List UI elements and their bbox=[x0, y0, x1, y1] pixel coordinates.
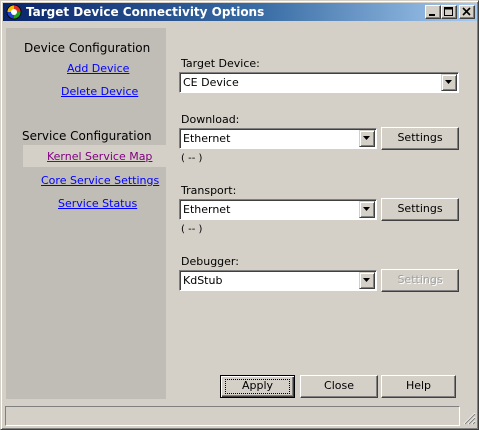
window-title: Target Device Connectivity Options bbox=[26, 5, 265, 19]
download-value: Ethernet bbox=[183, 132, 231, 145]
debugger-settings-button[interactable]: Settings bbox=[381, 269, 459, 292]
sidebar: Device Configuration Add Device Delete D… bbox=[6, 28, 171, 399]
close-button[interactable]: Close bbox=[300, 375, 378, 398]
chevron-down-icon bbox=[363, 136, 370, 140]
transport-value: Ethernet bbox=[183, 203, 231, 216]
target-device-select[interactable]: CE Device bbox=[179, 72, 459, 93]
maximize-button[interactable] bbox=[441, 5, 457, 19]
target-device-dropdown-button[interactable] bbox=[441, 74, 457, 91]
debugger-dropdown-button[interactable] bbox=[359, 272, 375, 289]
debugger-label: Debugger: bbox=[181, 255, 239, 268]
resize-grip-icon[interactable] bbox=[462, 411, 476, 425]
apply-button-label: Apply bbox=[241, 379, 274, 392]
service-configuration-heading: Service Configuration bbox=[22, 129, 152, 143]
device-configuration-heading: Device Configuration bbox=[24, 41, 151, 55]
transport-select[interactable]: Ethernet bbox=[179, 199, 377, 220]
sidebar-item-kernel-service-map[interactable]: Kernel Service Map bbox=[23, 145, 171, 167]
transport-dropdown-button[interactable] bbox=[359, 201, 375, 218]
chevron-down-icon bbox=[445, 80, 452, 84]
download-label: Download: bbox=[181, 113, 240, 126]
download-status: ( -- ) bbox=[181, 153, 203, 164]
close-window-button[interactable] bbox=[459, 5, 475, 19]
dialog-window: Target Device Connectivity Options Devic… bbox=[0, 0, 479, 430]
debugger-value: KdStub bbox=[183, 274, 223, 287]
download-select[interactable]: Ethernet bbox=[179, 128, 377, 149]
minimize-button[interactable] bbox=[425, 5, 441, 19]
debugger-select[interactable]: KdStub bbox=[179, 270, 377, 291]
target-device-label: Target Device: bbox=[181, 57, 260, 70]
transport-label: Transport: bbox=[181, 184, 237, 197]
core-service-settings-link[interactable]: Core Service Settings bbox=[41, 174, 159, 187]
delete-device-link[interactable]: Delete Device bbox=[61, 85, 138, 98]
title-bar[interactable]: Target Device Connectivity Options bbox=[3, 3, 477, 21]
apply-button[interactable]: Apply bbox=[220, 375, 295, 398]
transport-status: ( -- ) bbox=[181, 224, 203, 235]
status-bar bbox=[5, 406, 460, 426]
download-dropdown-button[interactable] bbox=[359, 130, 375, 147]
add-device-link[interactable]: Add Device bbox=[67, 62, 129, 75]
service-status-link[interactable]: Service Status bbox=[58, 197, 137, 210]
target-device-value: CE Device bbox=[183, 76, 239, 89]
chevron-down-icon bbox=[363, 207, 370, 211]
kernel-service-map-link[interactable]: Kernel Service Map bbox=[47, 150, 152, 163]
transport-settings-button[interactable]: Settings bbox=[381, 198, 459, 221]
chevron-down-icon bbox=[363, 278, 370, 282]
app-icon bbox=[6, 4, 22, 20]
help-button[interactable]: Help bbox=[381, 375, 456, 398]
download-settings-button[interactable]: Settings bbox=[381, 127, 459, 150]
